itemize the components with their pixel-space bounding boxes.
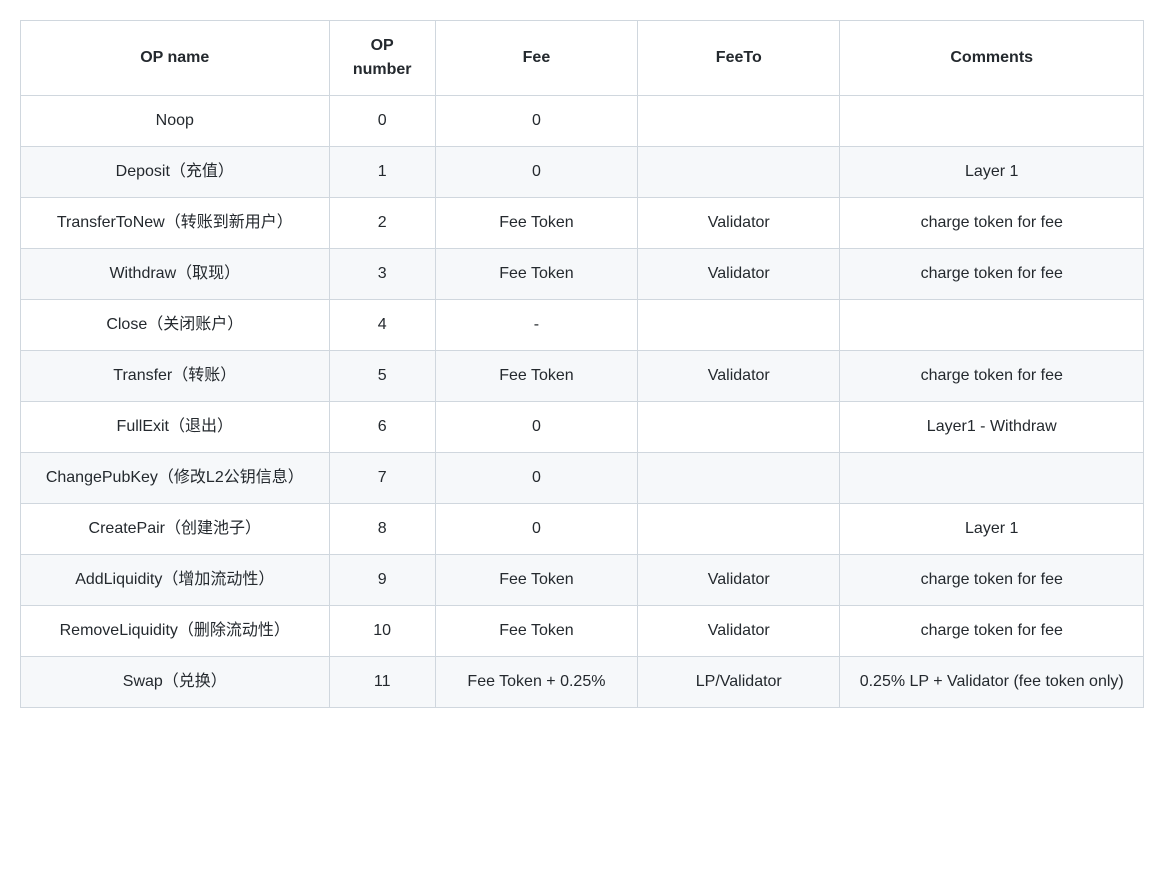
cell-op-number: 10 (329, 606, 435, 657)
cell-comments: Layer 1 (840, 504, 1144, 555)
table-row: TransferToNew（转账到新用户） 2 Fee Token Valida… (21, 198, 1144, 249)
cell-op-name: CreatePair（创建池子） (21, 504, 330, 555)
cell-comments: Layer 1 (840, 147, 1144, 198)
cell-fee-to: LP/Validator (638, 657, 840, 708)
header-fee: Fee (435, 21, 637, 96)
table-row: RemoveLiquidity（删除流动性） 10 Fee Token Vali… (21, 606, 1144, 657)
cell-fee: Fee Token (435, 351, 637, 402)
cell-op-name: Transfer（转账） (21, 351, 330, 402)
cell-op-name: Deposit（充值） (21, 147, 330, 198)
cell-op-number: 6 (329, 402, 435, 453)
table-row: Withdraw（取现） 3 Fee Token Validator charg… (21, 249, 1144, 300)
cell-comments (840, 453, 1144, 504)
cell-fee: 0 (435, 402, 637, 453)
cell-fee-to: Validator (638, 198, 840, 249)
table-row: Noop 0 0 (21, 96, 1144, 147)
cell-op-name: ChangePubKey（修改L2公钥信息） (21, 453, 330, 504)
cell-comments: charge token for fee (840, 249, 1144, 300)
cell-op-number: 3 (329, 249, 435, 300)
cell-op-number: 9 (329, 555, 435, 606)
header-op-number: OP number (329, 21, 435, 96)
cell-op-name: AddLiquidity（增加流动性） (21, 555, 330, 606)
cell-comments: charge token for fee (840, 555, 1144, 606)
table-row: ChangePubKey（修改L2公钥信息） 7 0 (21, 453, 1144, 504)
cell-fee-to (638, 147, 840, 198)
cell-comments: charge token for fee (840, 606, 1144, 657)
operations-table: OP name OP number Fee FeeTo Comments Noo… (20, 20, 1144, 708)
table-row: CreatePair（创建池子） 8 0 Layer 1 (21, 504, 1144, 555)
cell-fee-to: Validator (638, 249, 840, 300)
table-row: Deposit（充值） 1 0 Layer 1 (21, 147, 1144, 198)
cell-comments: 0.25% LP + Validator (fee token only) (840, 657, 1144, 708)
cell-op-number: 8 (329, 504, 435, 555)
table-row: AddLiquidity（增加流动性） 9 Fee Token Validato… (21, 555, 1144, 606)
cell-op-number: 11 (329, 657, 435, 708)
cell-fee: 0 (435, 96, 637, 147)
cell-comments: Layer1 - Withdraw (840, 402, 1144, 453)
cell-op-name: Close（关闭账户） (21, 300, 330, 351)
cell-op-number: 5 (329, 351, 435, 402)
header-row: OP name OP number Fee FeeTo Comments (21, 21, 1144, 96)
cell-fee: 0 (435, 504, 637, 555)
cell-fee: 0 (435, 147, 637, 198)
cell-fee: 0 (435, 453, 637, 504)
cell-fee-to (638, 300, 840, 351)
table-header: OP name OP number Fee FeeTo Comments (21, 21, 1144, 96)
cell-fee-to (638, 504, 840, 555)
cell-op-number: 7 (329, 453, 435, 504)
cell-op-number: 4 (329, 300, 435, 351)
cell-fee-to (638, 453, 840, 504)
cell-op-name: Swap（兑换） (21, 657, 330, 708)
table-body: Noop 0 0 Deposit（充值） 1 0 Layer 1 Transfe… (21, 96, 1144, 708)
cell-comments: charge token for fee (840, 351, 1144, 402)
table-row: Swap（兑换） 11 Fee Token + 0.25% LP/Validat… (21, 657, 1144, 708)
cell-fee-to (638, 96, 840, 147)
cell-op-name: RemoveLiquidity（删除流动性） (21, 606, 330, 657)
table-row: Transfer（转账） 5 Fee Token Validator charg… (21, 351, 1144, 402)
cell-op-name: Noop (21, 96, 330, 147)
cell-comments (840, 300, 1144, 351)
cell-fee-to: Validator (638, 555, 840, 606)
table-row: Close（关闭账户） 4 - (21, 300, 1144, 351)
header-fee-to: FeeTo (638, 21, 840, 96)
cell-fee-to: Validator (638, 351, 840, 402)
cell-op-number: 0 (329, 96, 435, 147)
cell-fee: Fee Token (435, 249, 637, 300)
cell-fee: - (435, 300, 637, 351)
header-op-name: OP name (21, 21, 330, 96)
cell-op-number: 2 (329, 198, 435, 249)
cell-comments (840, 96, 1144, 147)
cell-op-name: FullExit（退出） (21, 402, 330, 453)
table-row: FullExit（退出） 6 0 Layer1 - Withdraw (21, 402, 1144, 453)
cell-fee: Fee Token + 0.25% (435, 657, 637, 708)
cell-fee: Fee Token (435, 606, 637, 657)
cell-comments: charge token for fee (840, 198, 1144, 249)
cell-op-name: TransferToNew（转账到新用户） (21, 198, 330, 249)
header-comments: Comments (840, 21, 1144, 96)
cell-op-number: 1 (329, 147, 435, 198)
cell-fee: Fee Token (435, 198, 637, 249)
cell-fee-to (638, 402, 840, 453)
cell-fee-to: Validator (638, 606, 840, 657)
cell-fee: Fee Token (435, 555, 637, 606)
cell-op-name: Withdraw（取现） (21, 249, 330, 300)
